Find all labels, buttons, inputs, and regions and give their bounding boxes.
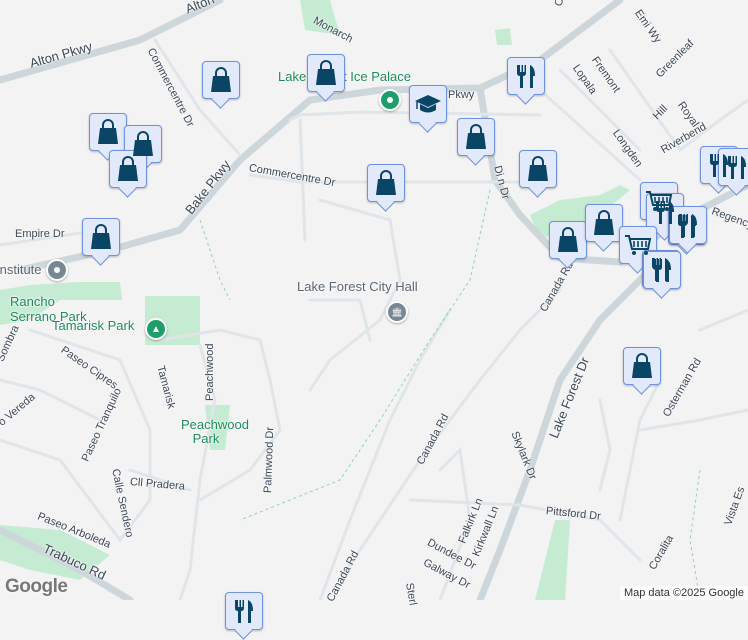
shopping-bag-icon [209,67,233,93]
restaurant-marker[interactable] [507,57,545,95]
shopping-bag-icon [464,124,488,150]
road-label-peachwood: Peachwood [204,343,216,402]
fork-knife-icon [650,257,674,283]
shopping-bag-icon [526,156,550,182]
shopping-marker[interactable] [457,118,495,156]
place-label-peachwood-park[interactable]: Peachwood Park [181,418,249,446]
fork-knife-icon [676,212,700,238]
shopping-marker[interactable] [82,218,120,256]
road-label-pkwy: Pkwy [448,89,475,101]
place-label-tamarisk-park[interactable]: Tamarisk Park [52,318,134,333]
shopping-marker[interactable] [585,204,623,242]
google-logo: Google [5,576,68,597]
map-attribution[interactable]: Map data ©2025 Google [619,586,748,600]
shopping-bag-icon [314,60,338,86]
shopping-marker[interactable] [549,221,587,259]
shopping-marker[interactable] [367,164,405,202]
graduation-cap-icon [414,92,442,116]
shopping-bag-icon [592,210,616,236]
shopping-bag-icon [630,353,654,379]
fork-knife-icon [725,154,748,180]
restaurant-marker[interactable] [225,592,263,630]
shopping-bag-icon [131,131,155,157]
place-label-city-hall[interactable]: Lake Forest City Hall [297,279,418,294]
shopping-bag-icon [374,170,398,196]
road-label-empire: Empire Dr [15,228,65,240]
shopping-marker[interactable] [623,347,661,385]
school-marker[interactable] [409,85,447,123]
shopping-bag-icon [96,119,120,145]
shopping-marker[interactable] [89,113,127,151]
shopping-bag-icon [556,227,580,253]
road-label-palmwood: Palmwood Dr [262,426,277,494]
shopping-bag-icon [116,156,140,182]
fork-knife-icon [653,199,677,225]
fork-knife-icon [514,63,538,89]
place-label-institute[interactable]: Institute [0,262,42,277]
shopping-marker[interactable] [307,54,345,92]
shopping-cart-icon [624,233,652,257]
city-hall-building-icon[interactable]: 🏛 [386,301,408,323]
tree-park-icon[interactable]: ▲ [145,318,167,340]
map-canvas[interactable] [0,0,748,600]
institute-pin-icon[interactable] [46,259,68,281]
ice-palace-pin-icon[interactable] [379,89,401,111]
shopping-bag-icon [89,224,113,250]
fork-knife-icon [232,598,256,624]
shopping-marker[interactable] [519,150,557,188]
shopping-marker[interactable] [202,61,240,99]
